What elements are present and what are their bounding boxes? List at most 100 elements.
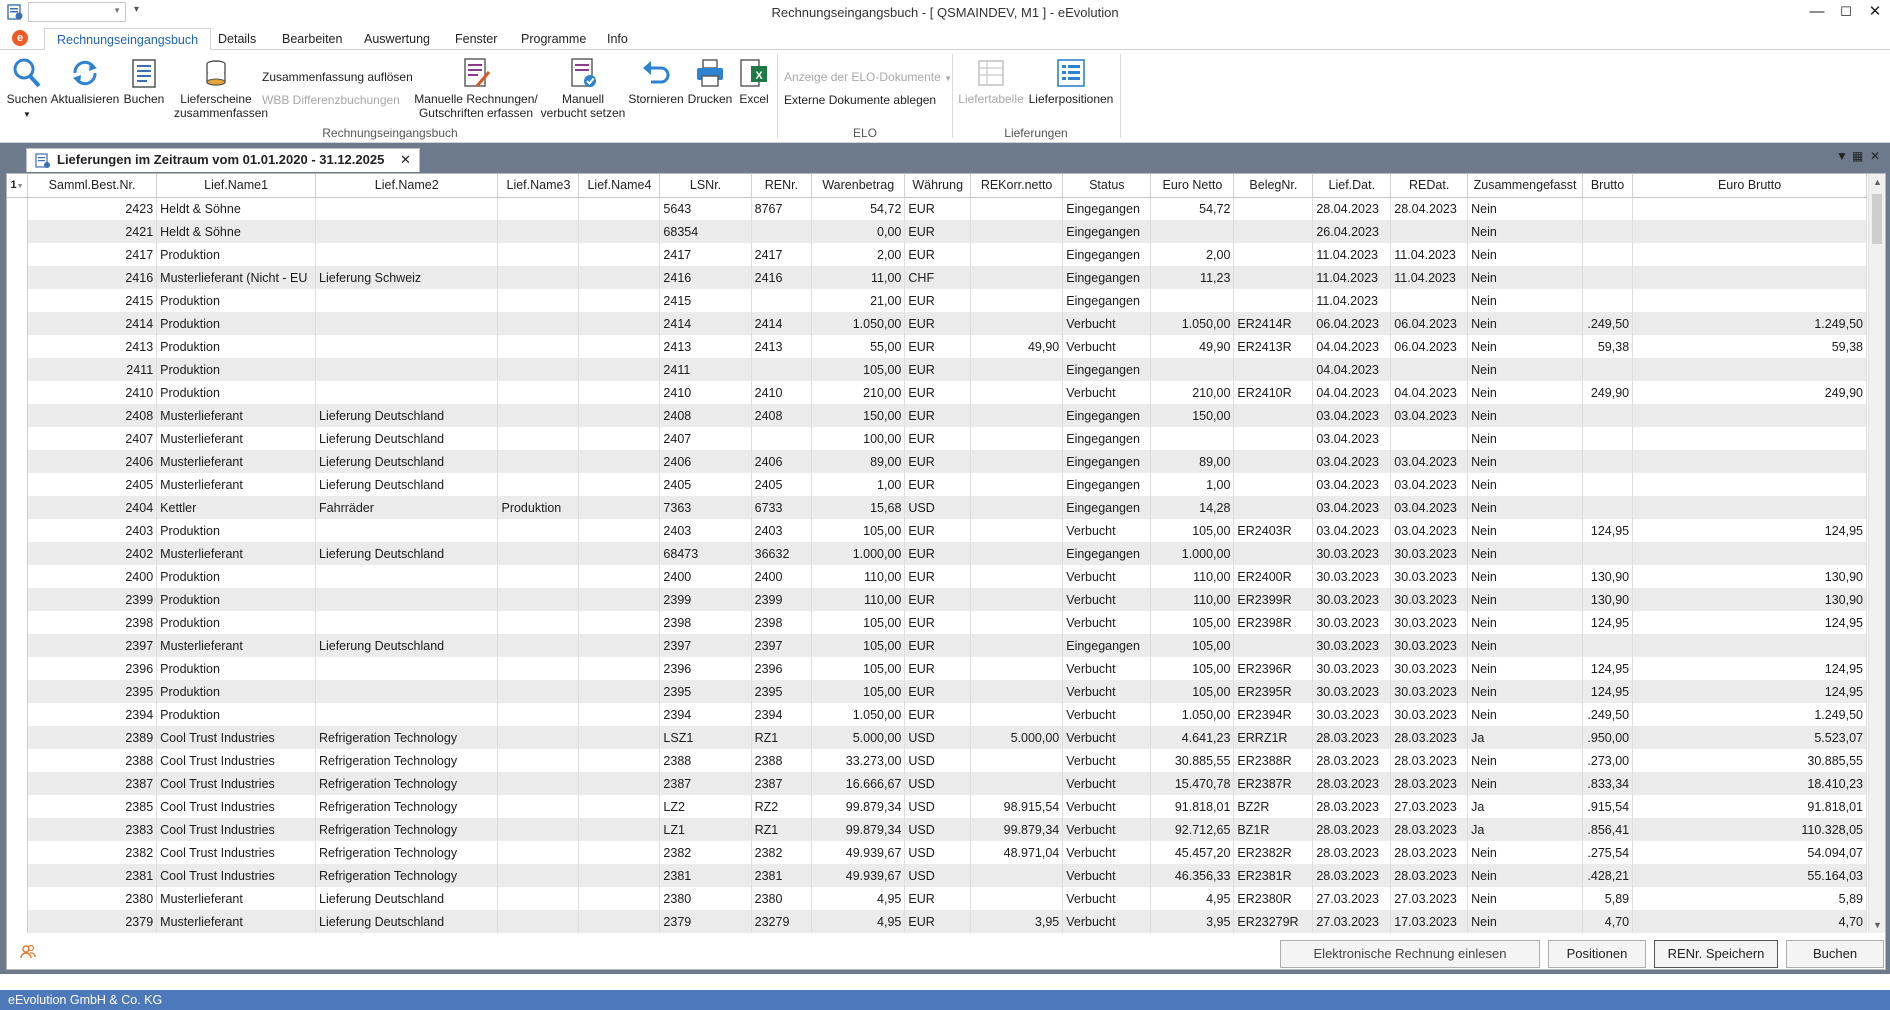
table-cell[interactable]: EUR xyxy=(904,519,971,542)
table-cell[interactable]: USD xyxy=(904,795,971,818)
table-cell[interactable]: Produktion xyxy=(156,565,317,588)
table-row[interactable]: 2405 Musterlieferant Lieferung Deutschland… xyxy=(7,473,1867,496)
table-cell[interactable]: Cool Trust Industries xyxy=(156,726,317,749)
table-cell[interactable]: 210,00 xyxy=(1150,381,1235,404)
table-cell[interactable] xyxy=(315,588,499,611)
table-cell[interactable] xyxy=(578,910,661,933)
table-row[interactable]: 2379 Musterlieferant Lieferung Deutschland… xyxy=(7,910,1867,933)
table-cell[interactable]: 30.885,55 xyxy=(1150,749,1235,772)
table-cell[interactable]: 30.03.2023 xyxy=(1312,588,1392,611)
table-cell[interactable]: 28.03.2023 xyxy=(1390,726,1469,749)
row-selector[interactable] xyxy=(7,542,28,565)
table-cell[interactable]: Eingegangen xyxy=(1062,542,1152,565)
table-cell[interactable]: 150,00 xyxy=(1150,404,1235,427)
table-cell[interactable] xyxy=(315,680,499,703)
row-selector[interactable] xyxy=(7,910,28,933)
app-menu-icon[interactable]: e xyxy=(12,30,28,46)
table-cell[interactable]: Nein xyxy=(1467,657,1583,680)
table-cell[interactable] xyxy=(1632,243,1867,266)
table-cell[interactable] xyxy=(1632,197,1867,220)
table-cell[interactable]: Nein xyxy=(1467,841,1583,864)
row-selector[interactable] xyxy=(7,795,28,818)
table-cell[interactable]: 4.641,23 xyxy=(1150,726,1235,749)
table-cell[interactable]: 2413 xyxy=(659,335,752,358)
table-cell[interactable]: Nein xyxy=(1467,335,1583,358)
table-cell[interactable]: .273,00 xyxy=(1582,749,1634,772)
table-cell[interactable]: 110,00 xyxy=(1150,588,1235,611)
table-cell[interactable] xyxy=(315,657,499,680)
table-cell[interactable] xyxy=(1233,220,1314,243)
table-cell[interactable]: 105,00 xyxy=(811,358,906,381)
table-cell[interactable]: 105,00 xyxy=(811,634,906,657)
table-cell[interactable]: 30.885,55 xyxy=(1632,749,1867,772)
table-cell[interactable]: 2407 xyxy=(27,427,158,450)
table-row[interactable]: 2388 Cool Trust Industries Refrigeration T… xyxy=(7,749,1867,772)
vertical-scrollbar[interactable]: ▲ ▼ xyxy=(1868,174,1885,933)
table-cell[interactable]: Verbucht xyxy=(1062,312,1152,335)
table-cell[interactable]: 2403 xyxy=(659,519,752,542)
row-selector[interactable] xyxy=(7,312,28,335)
table-cell[interactable] xyxy=(497,703,580,726)
table-cell[interactable]: 6733 xyxy=(751,496,813,519)
table-cell[interactable]: Produktion xyxy=(156,519,317,542)
table-cell[interactable] xyxy=(578,542,661,565)
table-cell[interactable] xyxy=(578,450,661,473)
table-cell[interactable] xyxy=(1233,634,1314,657)
table-cell[interactable]: 124,95 xyxy=(1632,611,1867,634)
table-cell[interactable]: 2414 xyxy=(27,312,158,335)
window-layout-icon[interactable]: ▦ xyxy=(1852,149,1863,163)
table-cell[interactable]: 2406 xyxy=(27,450,158,473)
table-cell[interactable]: 2388 xyxy=(27,749,158,772)
table-cell[interactable] xyxy=(970,220,1064,243)
table-cell[interactable]: 3,95 xyxy=(970,910,1064,933)
table-cell[interactable]: 1.050,00 xyxy=(1150,312,1235,335)
table-cell[interactable]: 2388 xyxy=(659,749,752,772)
table-cell[interactable] xyxy=(970,243,1064,266)
document-tab[interactable]: Lieferungen im Zeitraum vom 01.01.2020 -… xyxy=(26,148,420,172)
table-cell[interactable]: Musterlieferant xyxy=(156,404,317,427)
table-cell[interactable]: 249,90 xyxy=(1582,381,1634,404)
row-selector[interactable] xyxy=(7,749,28,772)
table-cell[interactable]: 2417 xyxy=(27,243,158,266)
table-cell[interactable]: 30.03.2023 xyxy=(1312,542,1392,565)
table-cell[interactable]: Produktion xyxy=(156,312,317,335)
table-cell[interactable] xyxy=(578,473,661,496)
table-cell[interactable] xyxy=(578,703,661,726)
table-cell[interactable]: Verbucht xyxy=(1062,772,1152,795)
table-cell[interactable]: Nein xyxy=(1467,519,1583,542)
close-tab-icon[interactable]: ✕ xyxy=(400,152,411,167)
row-selector[interactable] xyxy=(7,565,28,588)
table-cell[interactable] xyxy=(315,381,499,404)
table-row[interactable]: 2399 Produktion 2399 2399 110,00 EUR Verbucht 1… xyxy=(7,588,1867,611)
table-cell[interactable]: ER2395R xyxy=(1233,680,1314,703)
table-cell[interactable]: 14,28 xyxy=(1150,496,1235,519)
table-cell[interactable]: 2397 xyxy=(27,634,158,657)
table-cell[interactable]: 5643 xyxy=(659,197,752,220)
table-row[interactable]: 2397 Musterlieferant Lieferung Deutschland… xyxy=(7,634,1867,657)
table-cell[interactable]: 28.03.2023 xyxy=(1312,795,1392,818)
table-cell[interactable]: 1.050,00 xyxy=(1150,703,1235,726)
table-cell[interactable]: Verbucht xyxy=(1062,910,1152,933)
table-cell[interactable] xyxy=(497,657,580,680)
table-cell[interactable] xyxy=(970,358,1064,381)
print-button[interactable]: Drucken xyxy=(686,56,734,106)
table-cell[interactable] xyxy=(315,289,499,312)
table-cell[interactable] xyxy=(578,657,661,680)
table-cell[interactable]: 2380 xyxy=(751,887,813,910)
table-cell[interactable]: 105,00 xyxy=(1150,519,1235,542)
positions-button[interactable]: Positionen xyxy=(1548,940,1646,968)
table-cell[interactable] xyxy=(1150,289,1235,312)
tab-programme[interactable]: Programme xyxy=(509,28,598,51)
table-cell[interactable]: EUR xyxy=(904,680,971,703)
column-header[interactable]: Lief.Name3 xyxy=(497,174,580,198)
table-cell[interactable]: 2394 xyxy=(27,703,158,726)
table-cell[interactable]: 2395 xyxy=(27,680,158,703)
table-cell[interactable]: 92.712,65 xyxy=(1150,818,1235,841)
table-cell[interactable]: Musterlieferant xyxy=(156,887,317,910)
table-cell[interactable]: 28.03.2023 xyxy=(1390,749,1469,772)
table-cell[interactable]: 2398 xyxy=(751,611,813,634)
table-cell[interactable]: Eingegangen xyxy=(1062,289,1152,312)
table-cell[interactable]: 11.04.2023 xyxy=(1390,243,1469,266)
table-cell[interactable] xyxy=(1390,358,1469,381)
table-cell[interactable]: USD xyxy=(904,841,971,864)
